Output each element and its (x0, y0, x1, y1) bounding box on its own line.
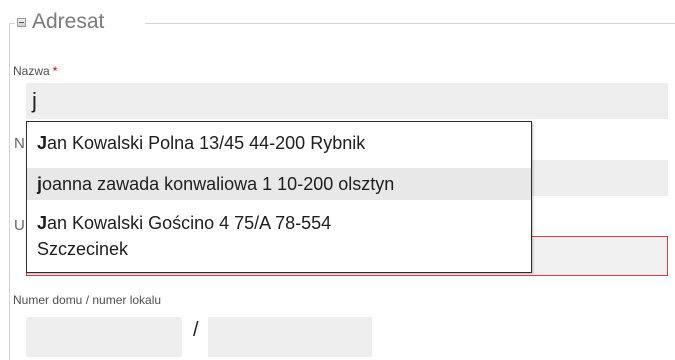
house-number-input[interactable] (26, 317, 182, 357)
option-text: an Kowalski Gościno 4 75/A 78-554 (47, 213, 332, 233)
fieldset-title: Adresat (32, 10, 105, 33)
address-form: Adresat Nazwa * j N U Jan Kowalski Polna … (0, 0, 675, 360)
name-input[interactable]: j (26, 83, 668, 119)
collapse-icon[interactable] (17, 17, 26, 27)
fieldset-legend[interactable]: Adresat (15, 9, 111, 35)
option-text: oanna zawada konwaliowa 1 10-200 olsztyn (42, 174, 395, 194)
autocomplete-option[interactable]: Jan Kowalski Polna 13/45 44-200 Rybnik (27, 130, 531, 158)
name-label: Nazwa * (13, 64, 57, 78)
autocomplete-dropdown: Jan Kowalski Polna 13/45 44-200 Rybnik j… (26, 121, 532, 273)
apartment-number-input[interactable] (208, 317, 372, 357)
name-label-text: Nazwa (13, 64, 50, 78)
fieldset-border-top (145, 23, 675, 24)
option-line-2: Szczecinek (37, 239, 129, 259)
match-prefix: J (37, 213, 48, 233)
option-text: an Kowalski Polna 13/45 44-200 Rybnik (47, 133, 366, 153)
match-prefix: J (37, 133, 48, 153)
house-number-separator: / (193, 319, 199, 341)
house-number-label: Numer domu / numer lokalu (13, 293, 162, 307)
fieldset-border-left (9, 23, 10, 360)
autocomplete-option[interactable]: Jan Kowalski Gościno 4 75/A 78-554 Szcze… (27, 210, 531, 268)
required-marker: * (52, 64, 58, 78)
option-line-1: Jan Kowalski Gościno 4 75/A 78-554 (37, 210, 531, 236)
hidden-label-initial: U (14, 217, 25, 234)
hidden-label-initial: N (14, 135, 25, 152)
name-input-value: j (32, 88, 37, 113)
autocomplete-option-active[interactable]: joanna zawada konwaliowa 1 10-200 olszty… (27, 168, 531, 200)
